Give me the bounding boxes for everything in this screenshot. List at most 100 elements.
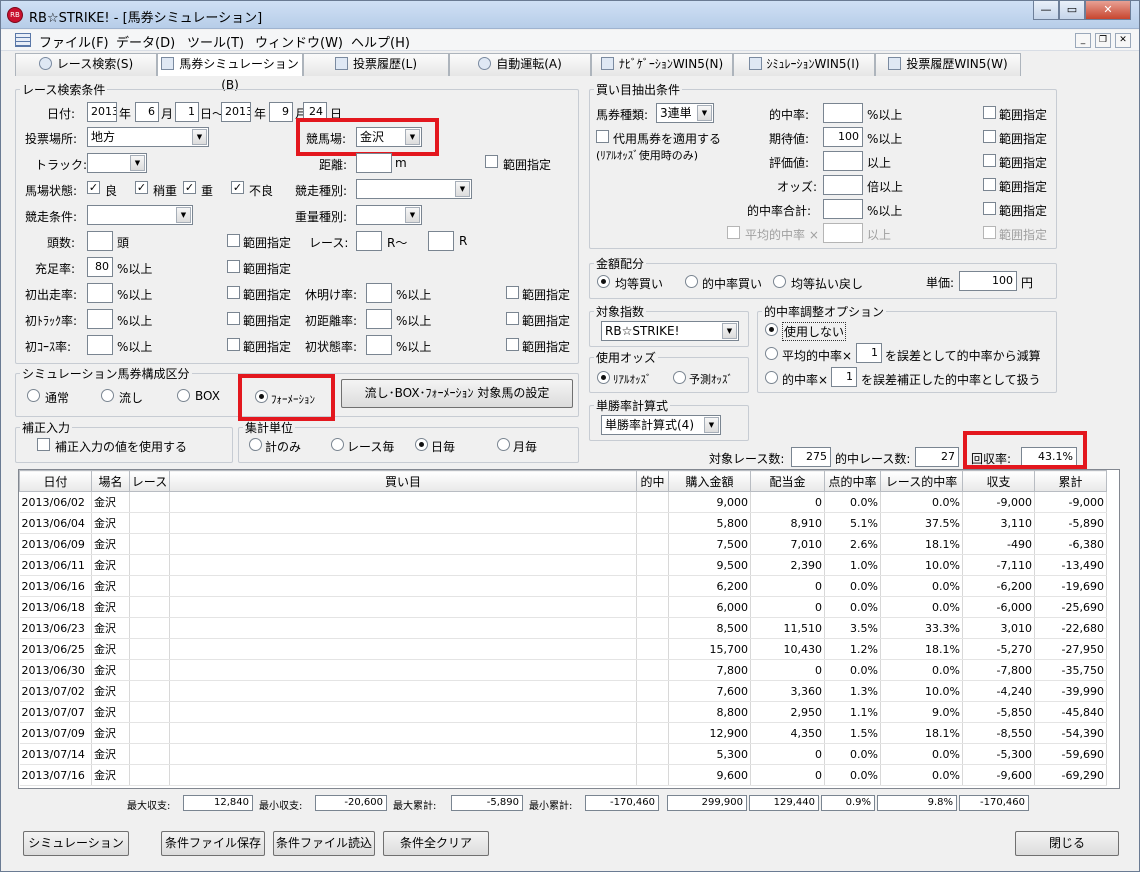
adjust-avg-input[interactable]: 1 [856, 343, 882, 363]
adjust-hit-radio[interactable] [765, 371, 778, 384]
cond-bad-checkbox[interactable]: ✓ [231, 181, 244, 194]
mdi-close-icon[interactable]: ✕ [1115, 33, 1131, 48]
table-row[interactable]: 2013/07/16 金沢 9,600 0 0.0% 0.0% -9,600 -69,290 [19, 764, 1107, 786]
substitute-checkbox[interactable] [596, 130, 609, 143]
odds-predicted-radio[interactable] [673, 371, 686, 384]
hit-rate-total-input[interactable] [823, 199, 863, 219]
avg-hit-rate-input[interactable] [823, 223, 863, 243]
table-row[interactable]: 2013/06/04 金沢 5,800 8,910 5.1% 37.5% 3,110 -5,8… [19, 512, 1107, 534]
first-condition-rate-input[interactable] [366, 335, 392, 355]
minimize-button[interactable]: — [1033, 1, 1059, 20]
heads-range-checkbox[interactable] [227, 234, 240, 247]
tab-simulation-win5[interactable]: ｼﾐｭﾚｰｼｮﾝWIN5(I) [733, 53, 875, 76]
layoff-rate-input[interactable] [366, 283, 392, 303]
tab-race-search[interactable]: レース検索(S) [15, 53, 157, 76]
table-row[interactable]: 2013/07/09 金沢 12,900 4,350 1.5% 18.1% -8,550 -5… [19, 722, 1107, 744]
race-to-input[interactable] [428, 231, 454, 251]
agg-day-radio[interactable] [415, 438, 428, 451]
expected-range-checkbox[interactable] [983, 130, 996, 143]
table-row[interactable]: 2013/06/11 金沢 9,500 2,390 1.0% 10.0% -7,110 -13… [19, 554, 1107, 576]
distance-range-checkbox[interactable] [485, 155, 498, 168]
table-row[interactable]: 2013/07/02 金沢 7,600 3,360 1.3% 10.0% -4,240 -39… [19, 680, 1107, 702]
close-window-button[interactable]: ✕ [1085, 1, 1131, 20]
adjust-none-radio[interactable] [765, 323, 778, 336]
first-course-range-checkbox[interactable] [227, 338, 240, 351]
table-row[interactable]: 2013/06/30 金沢 7,800 0 0.0% 0.0% -7,800 -35,750 [19, 659, 1107, 681]
table-row[interactable]: 2013/06/25 金沢 15,700 10,430 1.2% 18.1% -5,270-… [19, 638, 1107, 660]
table-row[interactable]: 2013/06/09 金沢 7,500 7,010 2.6% 18.1% -490 -6,38… [19, 533, 1107, 555]
cond-slightly-heavy-checkbox[interactable]: ✓ [135, 181, 148, 194]
fill-input[interactable]: 80 [87, 257, 113, 277]
column-header[interactable]: レース [129, 470, 170, 492]
date-from-day-input[interactable]: 1 [175, 102, 199, 122]
hit-rate-range-checkbox[interactable] [983, 106, 996, 119]
track-select[interactable]: ▼ [87, 153, 147, 173]
hit-rate-input[interactable] [823, 103, 863, 123]
table-row[interactable]: 2013/06/02 金沢 9,000 0 0.0% 0.0% -9,000 -9,000 [19, 491, 1107, 513]
hit-rate-total-range-checkbox[interactable] [983, 202, 996, 215]
column-header[interactable]: 配当金 [750, 470, 825, 492]
column-header[interactable]: レース的中率 [880, 470, 963, 492]
heads-input[interactable] [87, 231, 113, 251]
agg-total-radio[interactable] [249, 438, 262, 451]
tab-vote-history-win5[interactable]: 投票履歴WIN5(W) [875, 53, 1021, 76]
money-equal-payout-radio[interactable] [773, 275, 786, 288]
avg-hit-rate-range-checkbox[interactable] [983, 226, 996, 239]
odds-input[interactable] [823, 175, 863, 195]
results-table[interactable]: 日付 場名 レース 買い目 的中 購入金額 配当金 点的中率 レース的中率 収支 累計 2013/0… [18, 469, 1120, 789]
first-track-rate-input[interactable] [87, 309, 113, 329]
first-distance-range-checkbox[interactable] [506, 312, 519, 325]
avg-hit-rate-checkbox[interactable] [727, 226, 740, 239]
distance-input[interactable] [356, 153, 392, 173]
column-header[interactable]: 収支 [962, 470, 1035, 492]
race-type-select[interactable]: ▼ [356, 179, 472, 199]
table-row[interactable]: 2013/06/18 金沢 6,000 0 0.0% 0.0% -6,000 -25,690 [19, 596, 1107, 618]
adjust-avg-radio[interactable] [765, 347, 778, 360]
venue-select[interactable]: 地方 ▼ [87, 127, 209, 147]
clear-conditions-button[interactable]: 条件全クリア [383, 831, 489, 856]
fill-range-checkbox[interactable] [227, 260, 240, 273]
close-button[interactable]: 閉じる [1015, 831, 1119, 856]
load-conditions-button[interactable]: 条件ファイル読込 [273, 831, 375, 856]
column-header[interactable]: 買い目 [169, 470, 637, 492]
date-from-year-input[interactable]: 2013 [87, 102, 117, 122]
table-row[interactable]: 2013/06/16 金沢 6,200 0 0.0% 0.0% -6,200 -19,690 [19, 575, 1107, 597]
race-cond-select[interactable]: ▼ [87, 205, 193, 225]
race-from-input[interactable] [356, 231, 382, 251]
money-equal-radio[interactable] [597, 275, 610, 288]
weight-select[interactable]: ▼ [356, 205, 422, 225]
simulate-button[interactable]: シミュレーション [23, 831, 129, 856]
target-index-select[interactable]: RB☆STRIKE! ▼ [601, 321, 739, 341]
first-track-range-checkbox[interactable] [227, 312, 240, 325]
first-course-rate-input[interactable] [87, 335, 113, 355]
formation-setup-button[interactable]: 流し･BOX･ﾌｫｰﾒｰｼｮﾝ 対象馬の設定 [341, 379, 573, 408]
win-rate-formula-select[interactable]: 単勝率計算式(4) ▼ [601, 415, 721, 435]
agg-month-radio[interactable] [497, 438, 510, 451]
money-hit-rate-radio[interactable] [685, 275, 698, 288]
layoff-range-checkbox[interactable] [506, 286, 519, 299]
column-header[interactable]: 購入金額 [668, 470, 751, 492]
tab-vote-history[interactable]: 投票履歴(L) [303, 53, 449, 76]
column-header[interactable]: 累計 [1034, 470, 1107, 492]
unit-price-input[interactable]: 100 [959, 271, 1017, 291]
agg-race-radio[interactable] [331, 438, 344, 451]
column-header[interactable]: 点的中率 [824, 470, 881, 492]
ticket-type-select[interactable]: 3連単 ▼ [656, 103, 714, 123]
column-header[interactable]: 的中 [636, 470, 669, 492]
odds-real-radio[interactable] [597, 371, 610, 384]
eval-value-input[interactable] [823, 151, 863, 171]
expected-value-input[interactable]: 100 [823, 127, 863, 147]
menu-file[interactable]: ファイル(F) [39, 32, 109, 51]
first-run-range-checkbox[interactable] [227, 286, 240, 299]
first-distance-rate-input[interactable] [366, 309, 392, 329]
correction-checkbox[interactable] [37, 438, 50, 451]
tab-ticket-simulation[interactable]: 馬券シミュレーション(B) [157, 53, 303, 92]
save-conditions-button[interactable]: 条件ファイル保存 [161, 831, 265, 856]
cond-good-checkbox[interactable]: ✓ [87, 181, 100, 194]
cond-heavy-checkbox[interactable]: ✓ [183, 181, 196, 194]
first-condition-range-checkbox[interactable] [506, 338, 519, 351]
table-row[interactable]: 2013/06/23 金沢 8,500 11,510 3.5% 33.3% 3,010 -22… [19, 617, 1107, 639]
date-to-month-input[interactable]: 9 [269, 102, 293, 122]
column-header[interactable]: 日付 [19, 470, 92, 492]
table-row[interactable]: 2013/07/07 金沢 8,800 2,950 1.1% 9.0% -5,850 -45,… [19, 701, 1107, 723]
